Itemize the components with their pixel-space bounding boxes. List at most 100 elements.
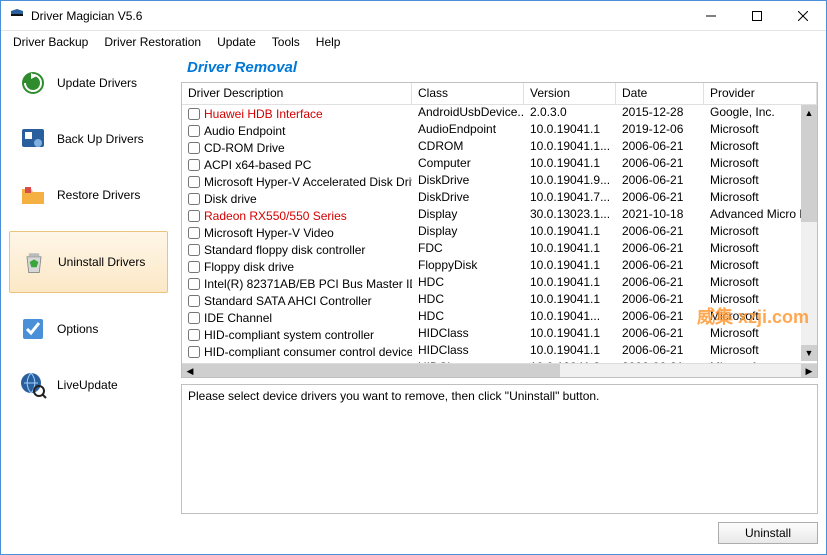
menu-tools[interactable]: Tools: [264, 33, 308, 51]
cell-date: 2006-06-21: [616, 241, 704, 258]
restore-folder-icon: [19, 181, 47, 209]
table-row[interactable]: HID-compliant system controllerHIDClass1…: [182, 326, 817, 343]
menu-update[interactable]: Update: [209, 33, 264, 51]
scroll-thumb[interactable]: [801, 121, 817, 222]
table-row[interactable]: Floppy disk driveFloppyDisk10.0.19041.12…: [182, 258, 817, 275]
table-row[interactable]: Intel(R) 82371AB/EB PCI Bus Master IDE..…: [182, 275, 817, 292]
cell-date: 2006-06-21: [616, 224, 704, 241]
row-checkbox[interactable]: [188, 142, 200, 154]
col-date[interactable]: Date: [616, 83, 704, 105]
table-row[interactable]: HID-compliant vendor-defined deviceHIDCl…: [182, 360, 817, 363]
row-checkbox[interactable]: [188, 312, 200, 324]
sidebar-item-label: Restore Drivers: [57, 188, 140, 202]
table-header: Driver Description Class Version Date Pr…: [182, 83, 817, 105]
cell-version: 10.0.19041.1: [524, 258, 616, 275]
titlebar: Driver Magician V5.6: [1, 1, 826, 31]
cell-version: 10.0.19041.1: [524, 122, 616, 139]
row-checkbox[interactable]: [188, 210, 200, 222]
row-checkbox[interactable]: [188, 329, 200, 341]
table-row[interactable]: Standard floppy disk controllerFDC10.0.1…: [182, 241, 817, 258]
cell-class: DiskDrive: [412, 190, 524, 207]
table-row[interactable]: Radeon RX550/550 SeriesDisplay30.0.13023…: [182, 207, 817, 224]
table-row[interactable]: Huawei HDB InterfaceAndroidUsbDevice...2…: [182, 105, 817, 122]
cell-version: 10.0.19041.1: [524, 275, 616, 292]
sidebar-item-options[interactable]: Options: [9, 309, 168, 349]
cell-class: Computer: [412, 156, 524, 173]
sidebar-item-label: Back Up Drivers: [57, 132, 144, 146]
table-row[interactable]: ACPI x64-based PCComputer10.0.19041.1200…: [182, 156, 817, 173]
cell-class: AudioEndpoint: [412, 122, 524, 139]
cell-version: 2.0.3.0: [524, 105, 616, 122]
cell-description: Microsoft Hyper-V Accelerated Disk Drive: [204, 175, 412, 189]
row-checkbox[interactable]: [188, 227, 200, 239]
row-checkbox[interactable]: [188, 295, 200, 307]
row-checkbox[interactable]: [188, 346, 200, 358]
cell-class: Display: [412, 207, 524, 224]
cell-date: 2006-06-21: [616, 156, 704, 173]
cell-date: 2006-06-21: [616, 258, 704, 275]
sidebar-item-back-up-drivers[interactable]: Back Up Drivers: [9, 119, 168, 159]
row-checkbox[interactable]: [188, 261, 200, 273]
horizontal-scrollbar[interactable]: ◀ ▶: [182, 363, 817, 378]
cell-version: 10.0.19041.1: [524, 326, 616, 343]
minimize-button[interactable]: [688, 1, 734, 31]
scroll-left-icon[interactable]: ◀: [182, 364, 198, 379]
cell-description: Audio Endpoint: [204, 124, 285, 138]
row-checkbox[interactable]: [188, 125, 200, 137]
cell-version: 10.0.19041.7...: [524, 190, 616, 207]
col-version[interactable]: Version: [524, 83, 616, 105]
cell-version: 10.0.19041.1...: [524, 139, 616, 156]
cell-description: ACPI x64-based PC: [204, 158, 311, 172]
row-checkbox[interactable]: [188, 193, 200, 205]
scroll-thumb[interactable]: [198, 364, 560, 378]
cell-description: Radeon RX550/550 Series: [204, 209, 347, 223]
table-row[interactable]: CD-ROM DriveCDROM10.0.19041.1...2006-06-…: [182, 139, 817, 156]
row-checkbox[interactable]: [188, 244, 200, 256]
col-class[interactable]: Class: [412, 83, 524, 105]
table-row[interactable]: Disk driveDiskDrive10.0.19041.7...2006-0…: [182, 190, 817, 207]
table-row[interactable]: Microsoft Hyper-V VideoDisplay10.0.19041…: [182, 224, 817, 241]
sidebar-item-liveupdate[interactable]: LiveUpdate: [9, 365, 168, 405]
menu-help[interactable]: Help: [308, 33, 349, 51]
menu-driver-backup[interactable]: Driver Backup: [5, 33, 96, 51]
cell-version: 10.0.19041.8: [524, 360, 616, 363]
row-checkbox[interactable]: [188, 278, 200, 290]
cell-class: HIDClass: [412, 326, 524, 343]
cell-class: HDC: [412, 292, 524, 309]
driver-table: Driver Description Class Version Date Pr…: [181, 82, 818, 378]
cell-version: 10.0.19041...: [524, 309, 616, 326]
cell-class: FloppyDisk: [412, 258, 524, 275]
uninstall-button[interactable]: Uninstall: [718, 522, 818, 544]
sidebar-item-restore-drivers[interactable]: Restore Drivers: [9, 175, 168, 215]
table-row[interactable]: Standard SATA AHCI ControllerHDC10.0.190…: [182, 292, 817, 309]
sidebar-item-update-drivers[interactable]: Update Drivers: [9, 63, 168, 103]
table-row[interactable]: IDE ChannelHDC10.0.19041...2006-06-21Mic…: [182, 309, 817, 326]
cell-class: Display: [412, 224, 524, 241]
col-provider[interactable]: Provider: [704, 83, 817, 105]
row-checkbox[interactable]: [188, 363, 200, 364]
cell-description: CD-ROM Drive: [204, 141, 285, 155]
table-row[interactable]: HID-compliant consumer control deviceHID…: [182, 343, 817, 360]
cell-class: HDC: [412, 309, 524, 326]
maximize-button[interactable]: [734, 1, 780, 31]
cell-version: 10.0.19041.1: [524, 241, 616, 258]
close-button[interactable]: [780, 1, 826, 31]
col-driver-description[interactable]: Driver Description: [182, 83, 412, 105]
menu-driver-restoration[interactable]: Driver Restoration: [96, 33, 209, 51]
row-checkbox[interactable]: [188, 159, 200, 171]
sidebar-item-uninstall-drivers[interactable]: Uninstall Drivers: [9, 231, 168, 293]
cell-class: DiskDrive: [412, 173, 524, 190]
vertical-scrollbar[interactable]: ▲ ▼: [801, 105, 817, 361]
row-checkbox[interactable]: [188, 108, 200, 120]
scroll-right-icon[interactable]: ▶: [801, 364, 817, 379]
scroll-up-icon[interactable]: ▲: [801, 105, 817, 121]
cell-class: HIDClass: [412, 360, 524, 363]
cell-description: Standard SATA AHCI Controller: [204, 294, 372, 308]
table-row[interactable]: Audio EndpointAudioEndpoint10.0.19041.12…: [182, 122, 817, 139]
row-checkbox[interactable]: [188, 176, 200, 188]
cell-class: HDC: [412, 275, 524, 292]
scroll-down-icon[interactable]: ▼: [801, 345, 817, 361]
cell-description: IDE Channel: [204, 311, 272, 325]
table-row[interactable]: Microsoft Hyper-V Accelerated Disk Drive…: [182, 173, 817, 190]
sidebar-item-label: Options: [57, 322, 98, 336]
